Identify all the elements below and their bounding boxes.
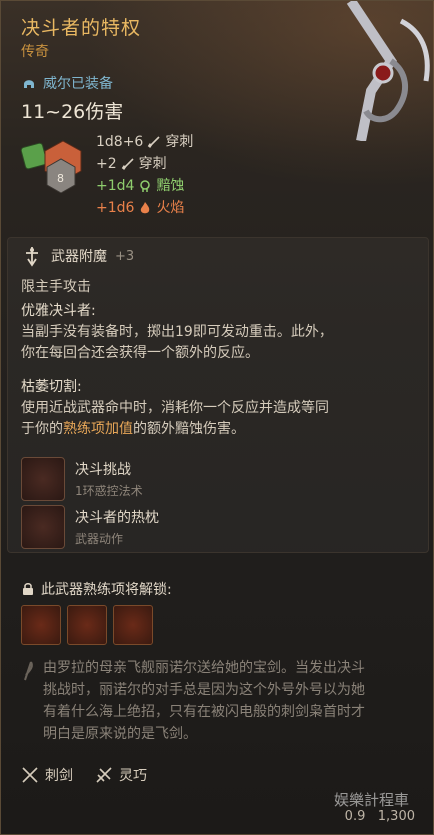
equipped-label: 威尔已装备 bbox=[43, 76, 113, 92]
lore-line-4: 明白是原来说的是飞剑。 bbox=[43, 726, 197, 742]
item-name: 决斗者的特权 bbox=[21, 17, 142, 39]
feature-1-text-line-1: 当副手没有装备时，掷出19即可发动重击。此外， bbox=[21, 324, 333, 340]
mastery-title: 此武器熟练项将解锁: bbox=[41, 582, 172, 598]
damage-dice-icon: 8 bbox=[20, 140, 82, 193]
damage-breakdown: 1d8+6 穿刺 +2 穿刺 +1d4 黯蚀 +1d6 火焰 bbox=[96, 131, 193, 219]
damage-line-4: +1d6 火焰 bbox=[96, 197, 193, 219]
damage-formula: 1d8+6 bbox=[96, 134, 144, 150]
duellists-zeal-icon bbox=[21, 505, 65, 549]
damage-formula: +2 bbox=[96, 156, 117, 172]
rapier-icon bbox=[22, 767, 38, 783]
item-rarity: 传奇 bbox=[21, 44, 49, 60]
damage-formula: +1d4 bbox=[96, 178, 135, 194]
restriction-text: 限主手攻击 bbox=[21, 279, 91, 295]
feature-2-text-a: 于你的 bbox=[21, 421, 63, 437]
finesse-icon bbox=[96, 767, 112, 783]
weapon-property: 灵巧 bbox=[95, 765, 147, 785]
damage-type: 火焰 bbox=[156, 200, 185, 216]
equipped-status: 威尔已装备 bbox=[21, 73, 113, 93]
piercing-icon bbox=[148, 136, 160, 148]
watermark: 娱樂計程車 bbox=[333, 791, 409, 809]
damage-line-1: 1d8+6 穿刺 bbox=[96, 131, 193, 153]
mastery-action-3-icon[interactable] bbox=[113, 605, 153, 645]
weight-price: 0.9 1,300 bbox=[345, 809, 415, 824]
damage-range: 11~26伤害 bbox=[21, 101, 124, 123]
mastery-action-2-icon[interactable] bbox=[67, 605, 107, 645]
mastery-icons bbox=[21, 605, 153, 645]
enchantment-name: 武器附魔 bbox=[51, 249, 107, 265]
action-duellists-zeal[interactable]: 决斗者的热枕 武器动作 bbox=[21, 505, 159, 549]
proficiency-bonus-link[interactable]: 熟练项加值 bbox=[63, 421, 133, 437]
enchantment-header: 武器附魔 +3 bbox=[21, 245, 134, 267]
price-value: 1,300 bbox=[377, 809, 415, 824]
item-tooltip: 决斗者的特权 传奇 威尔已装备 11~26伤害 8 1d8+6 穿刺 +2 穿刺 bbox=[0, 0, 434, 835]
action-type: 1环惑控法术 bbox=[75, 484, 143, 498]
damage-line-3: +1d4 黯蚀 bbox=[96, 175, 193, 197]
fire-icon bbox=[141, 202, 150, 214]
mastery-action-1-icon[interactable] bbox=[21, 605, 61, 645]
mastery-header: 此武器熟练项将解锁: bbox=[21, 579, 172, 599]
feature-2-title: 枯萎切割: bbox=[21, 379, 82, 395]
lore-line-1: 由罗拉的母亲飞舰丽诺尔送给她的宝剑。当发出决斗 bbox=[43, 660, 365, 676]
weapon-property-label: 灵巧 bbox=[119, 768, 147, 784]
quill-icon bbox=[24, 661, 33, 681]
damage-type: 穿刺 bbox=[165, 134, 194, 150]
weapon-properties: 刺剑 灵巧 bbox=[21, 765, 147, 785]
duel-challenge-icon bbox=[21, 457, 65, 501]
piercing-icon bbox=[121, 158, 134, 170]
feature-2-text-b: 的额外黯蚀伤害。 bbox=[133, 421, 245, 437]
helmet-icon bbox=[24, 80, 34, 88]
lock-icon bbox=[23, 583, 33, 595]
necrotic-icon bbox=[140, 180, 151, 192]
weapon-type-label: 刺剑 bbox=[45, 768, 73, 784]
damage-type: 穿刺 bbox=[138, 156, 167, 172]
dice-label: 8 bbox=[57, 172, 64, 185]
action-name: 决斗挑战 bbox=[75, 462, 131, 478]
lore-line-2: 挑战时，丽诺尔的对手总是因为这个外号外号以为她 bbox=[43, 682, 365, 698]
feature-1-title: 优雅决斗者: bbox=[21, 303, 96, 319]
feature-1-text-line-2: 你在每回合还会获得一个额外的反应。 bbox=[21, 345, 259, 361]
action-type: 武器动作 bbox=[75, 532, 124, 546]
feature-2-text-line-1: 使用近战武器命中时，消耗你一个反应并造成等同 bbox=[21, 400, 329, 416]
action-duel-challenge[interactable]: 决斗挑战 1环惑控法术 bbox=[21, 457, 143, 501]
damage-formula: +1d6 bbox=[96, 200, 135, 216]
weapon-type: 刺剑 bbox=[21, 765, 73, 785]
weapon-enchant-icon bbox=[26, 247, 38, 267]
damage-type: 黯蚀 bbox=[156, 178, 185, 194]
action-name: 决斗者的热枕 bbox=[75, 510, 159, 526]
lore-line-3: 有着什么海上绝招，只有在被闪电般的刺剑枭首时才 bbox=[43, 704, 365, 720]
enchantment-bonus: +3 bbox=[115, 248, 135, 264]
weight-value: 0.9 bbox=[344, 809, 366, 824]
feature-2-text-line-2: 于你的熟练项加值的额外黯蚀伤害。 bbox=[21, 419, 245, 440]
lore-text: 由罗拉的母亲飞舰丽诺尔送给她的宝剑。当发出决斗 挑战时，丽诺尔的对手总是因为这个… bbox=[43, 657, 423, 745]
damage-line-2: +2 穿刺 bbox=[96, 153, 193, 175]
rapier-image bbox=[346, 1, 430, 141]
